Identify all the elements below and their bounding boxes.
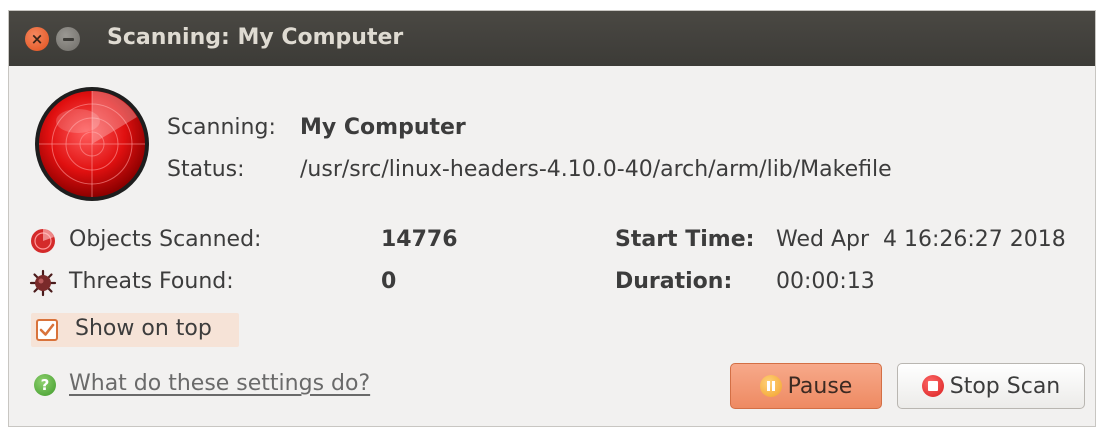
- show-on-top-checkbox[interactable]: [36, 319, 58, 341]
- close-button[interactable]: ×: [25, 27, 49, 51]
- stop-icon: [921, 375, 944, 397]
- stop-scan-button[interactable]: Stop Scan: [897, 363, 1085, 409]
- settings-help-link[interactable]: What do these settings do?: [69, 371, 370, 396]
- virus-icon: [29, 269, 57, 297]
- close-icon: ×: [30, 29, 44, 48]
- show-on-top-option[interactable]: Show on top: [31, 313, 239, 347]
- help-icon-glyph: ?: [40, 376, 50, 394]
- scanning-label: Scanning:: [167, 115, 276, 140]
- window-title: Scanning: My Computer: [107, 25, 404, 50]
- minimize-icon: [62, 37, 74, 41]
- status-label: Status:: [167, 157, 245, 182]
- threats-found-label: Threats Found:: [69, 269, 234, 294]
- scan-window: × Scanning: My Computer Scanning: My Com…: [8, 10, 1096, 427]
- scan-disc-icon: [31, 229, 55, 253]
- scanning-value: My Computer: [300, 115, 466, 140]
- pause-icon: [759, 375, 782, 397]
- start-time-value: Wed Apr 4 16:26:27 2018: [776, 227, 1066, 252]
- radar-icon: [35, 87, 149, 201]
- show-on-top-label[interactable]: Show on top: [75, 316, 212, 341]
- pause-button-label: Pause: [787, 373, 853, 399]
- stop-button-label: Stop Scan: [949, 373, 1061, 399]
- objects-scanned-value: 14776: [381, 227, 458, 252]
- duration-label: Duration:: [615, 269, 733, 294]
- pause-button[interactable]: Pause: [730, 363, 882, 409]
- title-bar: × Scanning: My Computer: [9, 11, 1095, 66]
- threats-found-value: 0: [381, 269, 397, 294]
- minimize-button[interactable]: [56, 27, 80, 51]
- objects-scanned-label: Objects Scanned:: [69, 227, 262, 252]
- duration-value: 00:00:13: [776, 269, 875, 294]
- start-time-label: Start Time:: [615, 227, 755, 252]
- checkmark-icon: [39, 323, 55, 336]
- help-icon: ?: [34, 374, 56, 396]
- status-value: /usr/src/linux-headers-4.10.0-40/arch/ar…: [300, 157, 892, 182]
